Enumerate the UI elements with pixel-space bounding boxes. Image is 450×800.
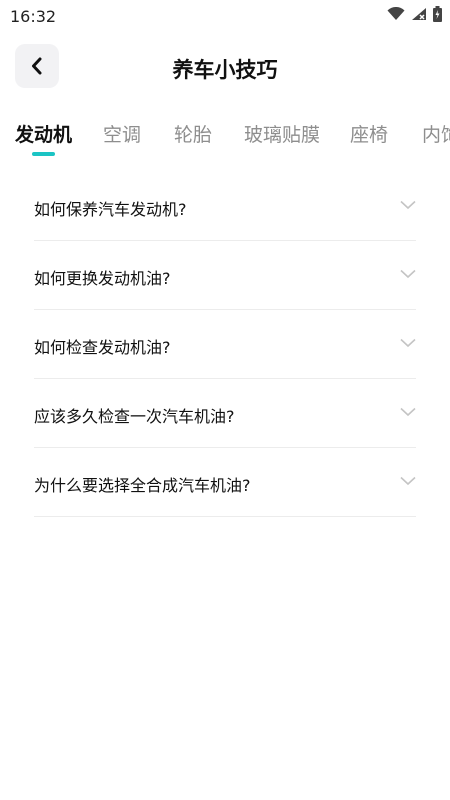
category-tabs: 发动机 空调 轮胎 玻璃贴膜 座椅 内饰 <box>0 120 450 164</box>
signal-icon <box>412 8 426 20</box>
chevron-down-icon <box>400 407 416 417</box>
faq-question: 如何更换发动机油? <box>34 269 171 288</box>
faq-item[interactable]: 为什么要选择全合成汽车机油? <box>34 448 416 517</box>
active-tab-indicator <box>32 152 55 156</box>
tab-engine[interactable]: 发动机 <box>15 120 72 147</box>
faq-item[interactable]: 如何保养汽车发动机? <box>34 172 416 241</box>
battery-icon <box>433 6 442 22</box>
tab-interior[interactable]: 内饰 <box>422 120 450 147</box>
chevron-down-icon <box>400 200 416 210</box>
tab-seats[interactable]: 座椅 <box>350 120 388 147</box>
chevron-down-icon <box>400 338 416 348</box>
faq-item[interactable]: 如何更换发动机油? <box>34 241 416 310</box>
wifi-icon <box>387 7 405 20</box>
tab-tires[interactable]: 轮胎 <box>174 120 212 147</box>
status-icons <box>387 6 442 22</box>
faq-question: 为什么要选择全合成汽车机油? <box>34 476 251 495</box>
faq-question: 如何检查发动机油? <box>34 338 171 357</box>
status-time: 16:32 <box>10 7 57 26</box>
chevron-down-icon <box>400 476 416 486</box>
faq-list: 如何保养汽车发动机? 如何更换发动机油? 如何检查发动机油? 应该多久检查一次汽… <box>34 172 416 517</box>
tab-air-conditioning[interactable]: 空调 <box>103 120 141 147</box>
faq-question: 应该多久检查一次汽车机油? <box>34 407 235 426</box>
faq-item[interactable]: 应该多久检查一次汽车机油? <box>34 379 416 448</box>
tab-glass-film[interactable]: 玻璃贴膜 <box>244 120 320 147</box>
faq-item[interactable]: 如何检查发动机油? <box>34 310 416 379</box>
chevron-down-icon <box>400 269 416 279</box>
page-title: 养车小技巧 <box>172 58 278 82</box>
faq-question: 如何保养汽车发动机? <box>34 200 187 219</box>
status-bar: 16:32 <box>0 0 450 32</box>
